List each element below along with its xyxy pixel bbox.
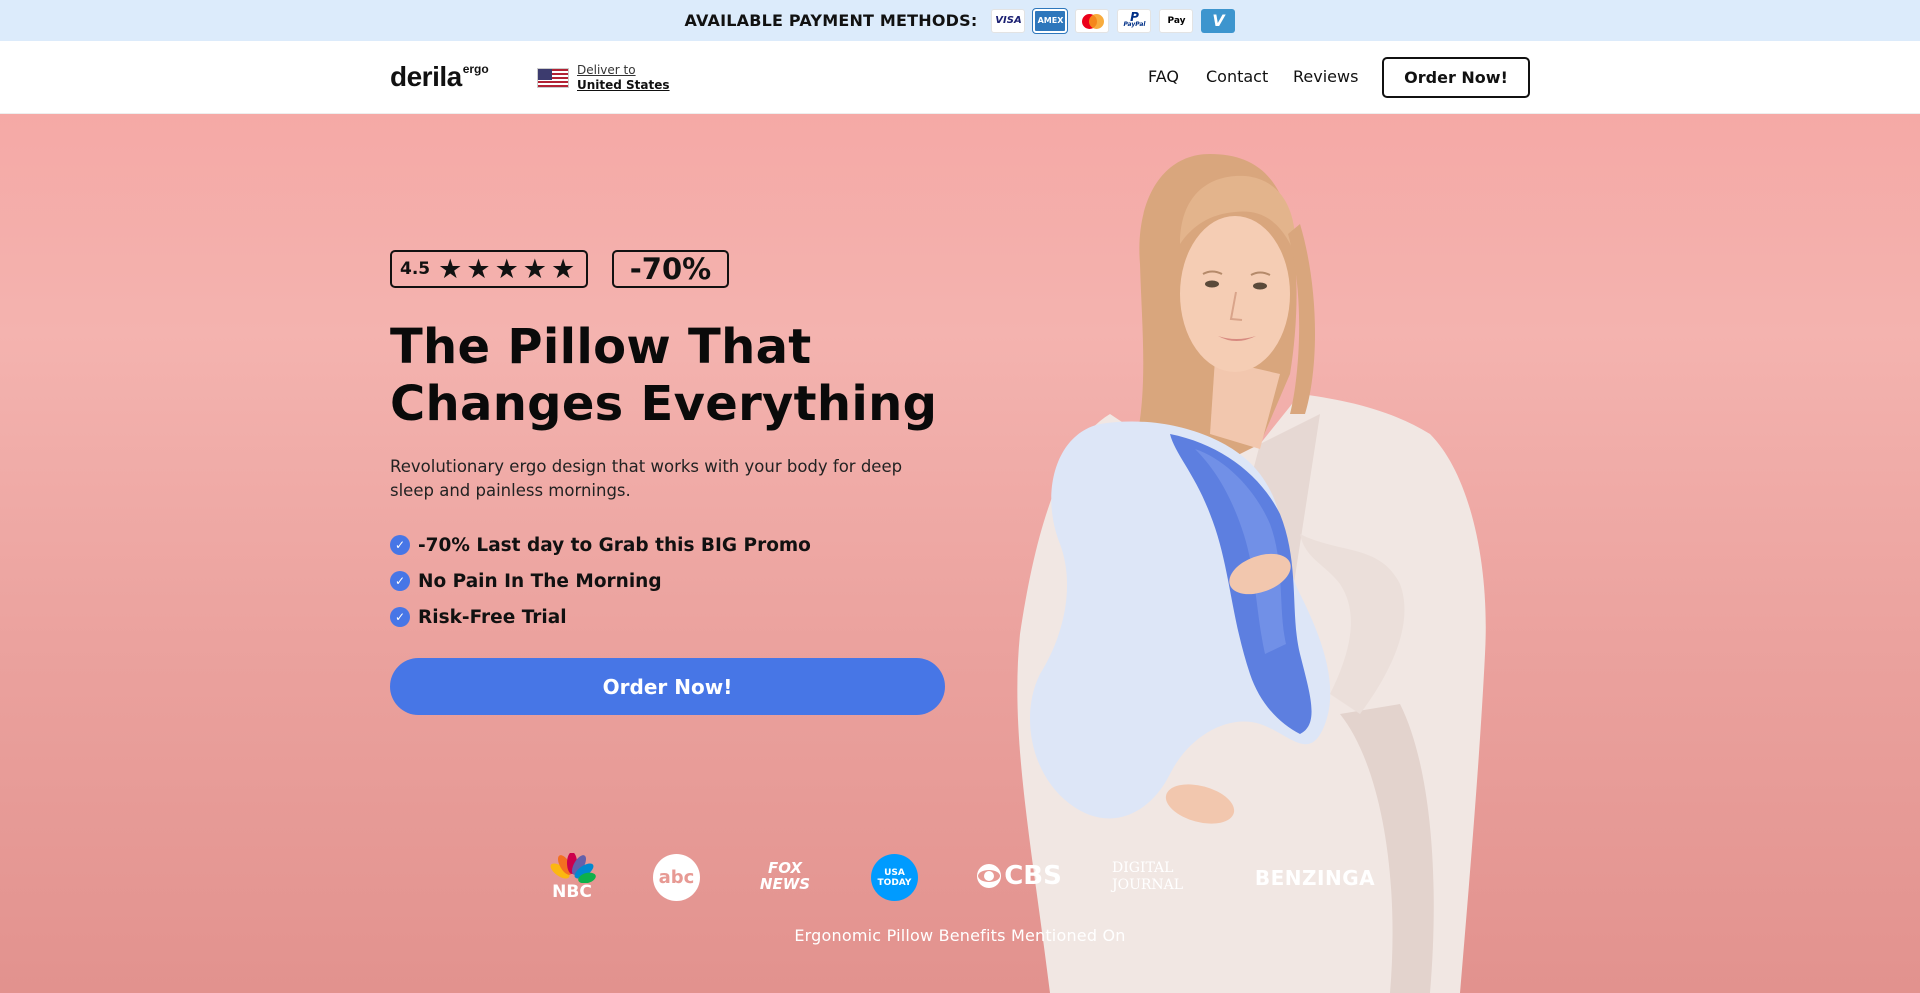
deliver-label: Deliver to (577, 63, 636, 77)
hero-order-now-button[interactable]: Order Now! (390, 658, 945, 715)
abc-logo: abc (653, 854, 700, 901)
hero-subtext: Revolutionary ergo design that works wit… (390, 457, 903, 500)
nav-faq-link[interactable]: FAQ (1148, 67, 1179, 86)
hero-section: 4.5 ★ ★ ★ ★ ★ -70% The Pillow That Chang… (0, 114, 1920, 993)
visa-icon: VISA (991, 8, 1026, 33)
nav-contact-link[interactable]: Contact (1206, 67, 1268, 86)
apple-pay-icon: Pay (1159, 8, 1194, 33)
fox-news-logo: FOX NEWS (759, 859, 811, 893)
payment-methods-bar: AVAILABLE PAYMENT METHODS: VISA AMEX P Pa… (0, 0, 1920, 41)
deliver-to-selector[interactable]: Deliver to United States (577, 63, 670, 93)
rating-value: 4.5 (400, 259, 431, 279)
benefit-item: ✓ No Pain In The Morning (390, 563, 811, 599)
usa-today-logo: USA TODAY (871, 854, 918, 901)
benefit-list: ✓ -70% Last day to Grab this BIG Promo ✓… (390, 527, 811, 635)
digital-journal-logo: DIGITAL JOURNAL (1112, 860, 1184, 893)
press-logos: NBC abc FOX NEWS USA TODAY CBS DIGITAL J… (0, 849, 1920, 909)
cbs-logo: CBS (976, 861, 1062, 891)
payment-methods-title: AVAILABLE PAYMENT METHODS: (684, 11, 978, 30)
derila-logo[interactable]: derila ergo (390, 63, 489, 91)
site-header: derila ergo Deliver to United States FAQ… (0, 41, 1920, 114)
benzinga-logo: BENZINGA (1254, 866, 1376, 890)
amex-icon: AMEX (1032, 7, 1069, 34)
cbs-eye-icon (977, 864, 1002, 888)
rating-badge: 4.5 ★ ★ ★ ★ ★ (390, 250, 588, 288)
check-badge-icon: ✓ (390, 535, 410, 555)
header-order-now-button[interactable]: Order Now! (1382, 57, 1530, 98)
us-flag-icon (537, 68, 569, 88)
paypal-icon: P PayPal (1117, 8, 1152, 33)
deliver-country[interactable]: United States (577, 78, 670, 93)
star-icon: ★ (466, 253, 491, 285)
venmo-icon: V (1201, 8, 1236, 33)
benefit-item: ✓ Risk-Free Trial (390, 599, 811, 635)
nbc-logo: NBC (545, 849, 599, 905)
check-badge-icon: ✓ (390, 571, 410, 591)
star-icon: ★ (438, 253, 463, 285)
star-icon: ★ (522, 253, 547, 285)
hero-headline: The Pillow That Changes Everything (390, 319, 938, 432)
discount-badge: -70% (612, 250, 729, 288)
star-icon: ★ (551, 253, 576, 285)
press-caption: Ergonomic Pillow Benefits Mentioned On (794, 926, 1126, 945)
check-badge-icon: ✓ (390, 607, 410, 627)
benefit-item: ✓ -70% Last day to Grab this BIG Promo (390, 527, 811, 563)
star-icon: ★ (494, 253, 519, 285)
nbc-peacock-icon (550, 853, 596, 883)
nav-reviews-link[interactable]: Reviews (1293, 67, 1358, 86)
mastercard-icon (1075, 8, 1110, 33)
